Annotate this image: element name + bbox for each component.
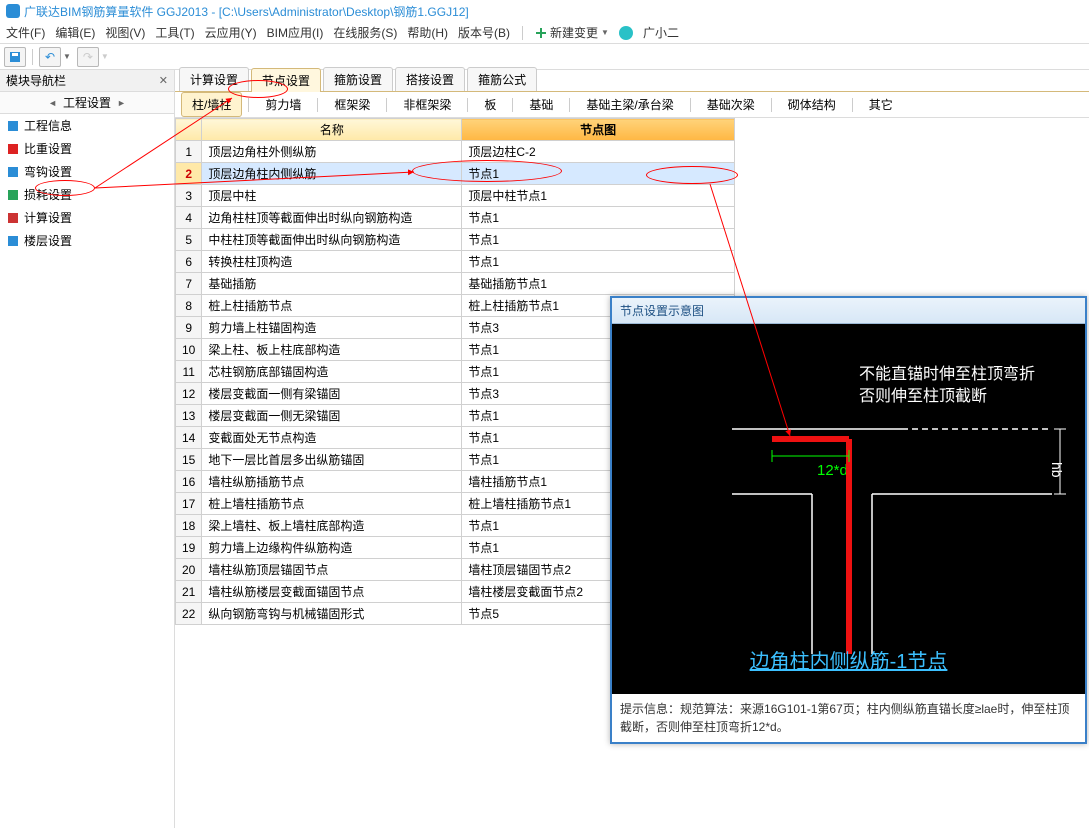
new-change-button[interactable]: 新建变更 ▼ bbox=[535, 24, 609, 41]
nav-item-5[interactable]: 楼层设置 bbox=[0, 229, 174, 252]
menu-online[interactable]: 在线服务(S) bbox=[333, 24, 397, 41]
menu-bim[interactable]: BIM应用(I) bbox=[267, 24, 324, 41]
menu-tools[interactable]: 工具(T) bbox=[155, 24, 194, 41]
category-tabs: 柱/墙柱剪力墙框架梁非框架梁板基础基础主梁/承台梁基础次梁砌体结构其它 bbox=[175, 92, 1089, 118]
menu-help[interactable]: 帮助(H) bbox=[407, 24, 448, 41]
table-row[interactable]: 5中柱柱顶等截面伸出时纵向钢筋构造节点1 bbox=[176, 229, 735, 251]
user-avatar-icon[interactable] bbox=[619, 26, 633, 40]
category-tab-5[interactable]: 基础 bbox=[519, 93, 563, 116]
nav-item-2[interactable]: 弯钩设置 bbox=[0, 160, 174, 183]
settings-tab-1[interactable]: 节点设置 bbox=[251, 68, 321, 92]
nav-section[interactable]: ◄ 工程设置 ► bbox=[0, 92, 174, 114]
category-tab-6[interactable]: 基础主梁/承台梁 bbox=[576, 93, 683, 116]
nav-list: 工程信息比重设置弯钩设置损耗设置计算设置楼层设置 bbox=[0, 114, 174, 828]
table-row[interactable]: 2顶层边角柱内侧纵筋节点1 bbox=[176, 163, 735, 185]
popup-canvas: 不能直锚时伸至柱顶弯折 否则伸至柱顶截断 12*d hb 边角柱内侧纵筋 bbox=[612, 324, 1085, 694]
category-tab-7[interactable]: 基础次梁 bbox=[697, 93, 765, 116]
save-button[interactable] bbox=[4, 47, 26, 67]
popup-footer: 提示信息：规范算法：来源16G101-1第67页；柱内侧纵筋直锚长度≥lae时，… bbox=[612, 694, 1085, 742]
menu-edit[interactable]: 编辑(E) bbox=[55, 24, 95, 41]
redo-button[interactable]: ↷ bbox=[77, 47, 99, 67]
menu-file[interactable]: 文件(F) bbox=[6, 24, 45, 41]
category-tab-2[interactable]: 框架梁 bbox=[324, 93, 380, 116]
category-tab-0[interactable]: 柱/墙柱 bbox=[181, 92, 242, 117]
nav-item-1[interactable]: 比重设置 bbox=[0, 137, 174, 160]
category-tab-1[interactable]: 剪力墙 bbox=[255, 93, 311, 116]
node-diagram-popup[interactable]: 节点设置示意图 不能直锚时伸至柱顶弯折 否则伸至柱顶截断 12*d hb bbox=[610, 296, 1087, 744]
menu-view[interactable]: 视图(V) bbox=[105, 24, 145, 41]
table-row[interactable]: 6转换柱柱顶构造节点1 bbox=[176, 251, 735, 273]
nav-item-4[interactable]: 计算设置 bbox=[0, 206, 174, 229]
pin-icon[interactable]: ✕ bbox=[159, 74, 168, 87]
category-tab-8[interactable]: 砌体结构 bbox=[778, 93, 846, 116]
table-row[interactable]: 4边角柱柱顶等截面伸出时纵向钢筋构造节点1 bbox=[176, 207, 735, 229]
col-node-diagram[interactable]: 节点图 bbox=[462, 119, 735, 141]
nav-item-0[interactable]: 工程信息 bbox=[0, 114, 174, 137]
settings-tab-3[interactable]: 搭接设置 bbox=[395, 67, 465, 91]
undo-button[interactable]: ↶ bbox=[39, 47, 61, 67]
separator bbox=[522, 26, 523, 40]
settings-tab-2[interactable]: 箍筋设置 bbox=[323, 67, 393, 91]
title-bar: 广联达BIM钢筋算量软件 GGJ2013 - [C:\Users\Adminis… bbox=[0, 0, 1089, 22]
settings-tab-0[interactable]: 计算设置 bbox=[179, 67, 249, 91]
table-row[interactable]: 7基础插筋基础插筋节点1 bbox=[176, 273, 735, 295]
user-name[interactable]: 广小二 bbox=[643, 24, 679, 41]
menu-bar: 文件(F) 编辑(E) 视图(V) 工具(T) 云应用(Y) BIM应用(I) … bbox=[0, 22, 1089, 44]
window-title: 广联达BIM钢筋算量软件 GGJ2013 - [C:\Users\Adminis… bbox=[24, 3, 469, 20]
table-row[interactable]: 1顶层边角柱外侧纵筋顶层边柱C-2 bbox=[176, 141, 735, 163]
toolbar: ↶▼ ↷▼ bbox=[0, 44, 1089, 70]
category-tab-9[interactable]: 其它 bbox=[859, 93, 903, 116]
table-row[interactable]: 3顶层中柱顶层中柱节点1 bbox=[176, 185, 735, 207]
nav-header: 模块导航栏 ✕ bbox=[0, 70, 174, 92]
settings-tabs: 计算设置节点设置箍筋设置搭接设置箍筋公式 bbox=[175, 70, 1089, 92]
app-icon bbox=[6, 4, 20, 18]
nav-pane: 模块导航栏 ✕ ◄ 工程设置 ► 工程信息比重设置弯钩设置损耗设置计算设置楼层设… bbox=[0, 70, 175, 828]
col-name[interactable]: 名称 bbox=[202, 119, 462, 141]
category-tab-3[interactable]: 非框架梁 bbox=[393, 93, 461, 116]
settings-tab-4[interactable]: 箍筋公式 bbox=[467, 67, 537, 91]
nav-item-3[interactable]: 损耗设置 bbox=[0, 183, 174, 206]
popup-title: 节点设置示意图 bbox=[612, 298, 1085, 324]
menu-version[interactable]: 版本号(B) bbox=[458, 24, 510, 41]
plus-icon bbox=[535, 27, 547, 39]
diagram-caption: 边角柱内侧纵筋-1节点 bbox=[612, 645, 1085, 674]
menu-cloud[interactable]: 云应用(Y) bbox=[205, 24, 257, 41]
category-tab-4[interactable]: 板 bbox=[474, 93, 506, 116]
diagram-svg bbox=[612, 324, 1089, 694]
